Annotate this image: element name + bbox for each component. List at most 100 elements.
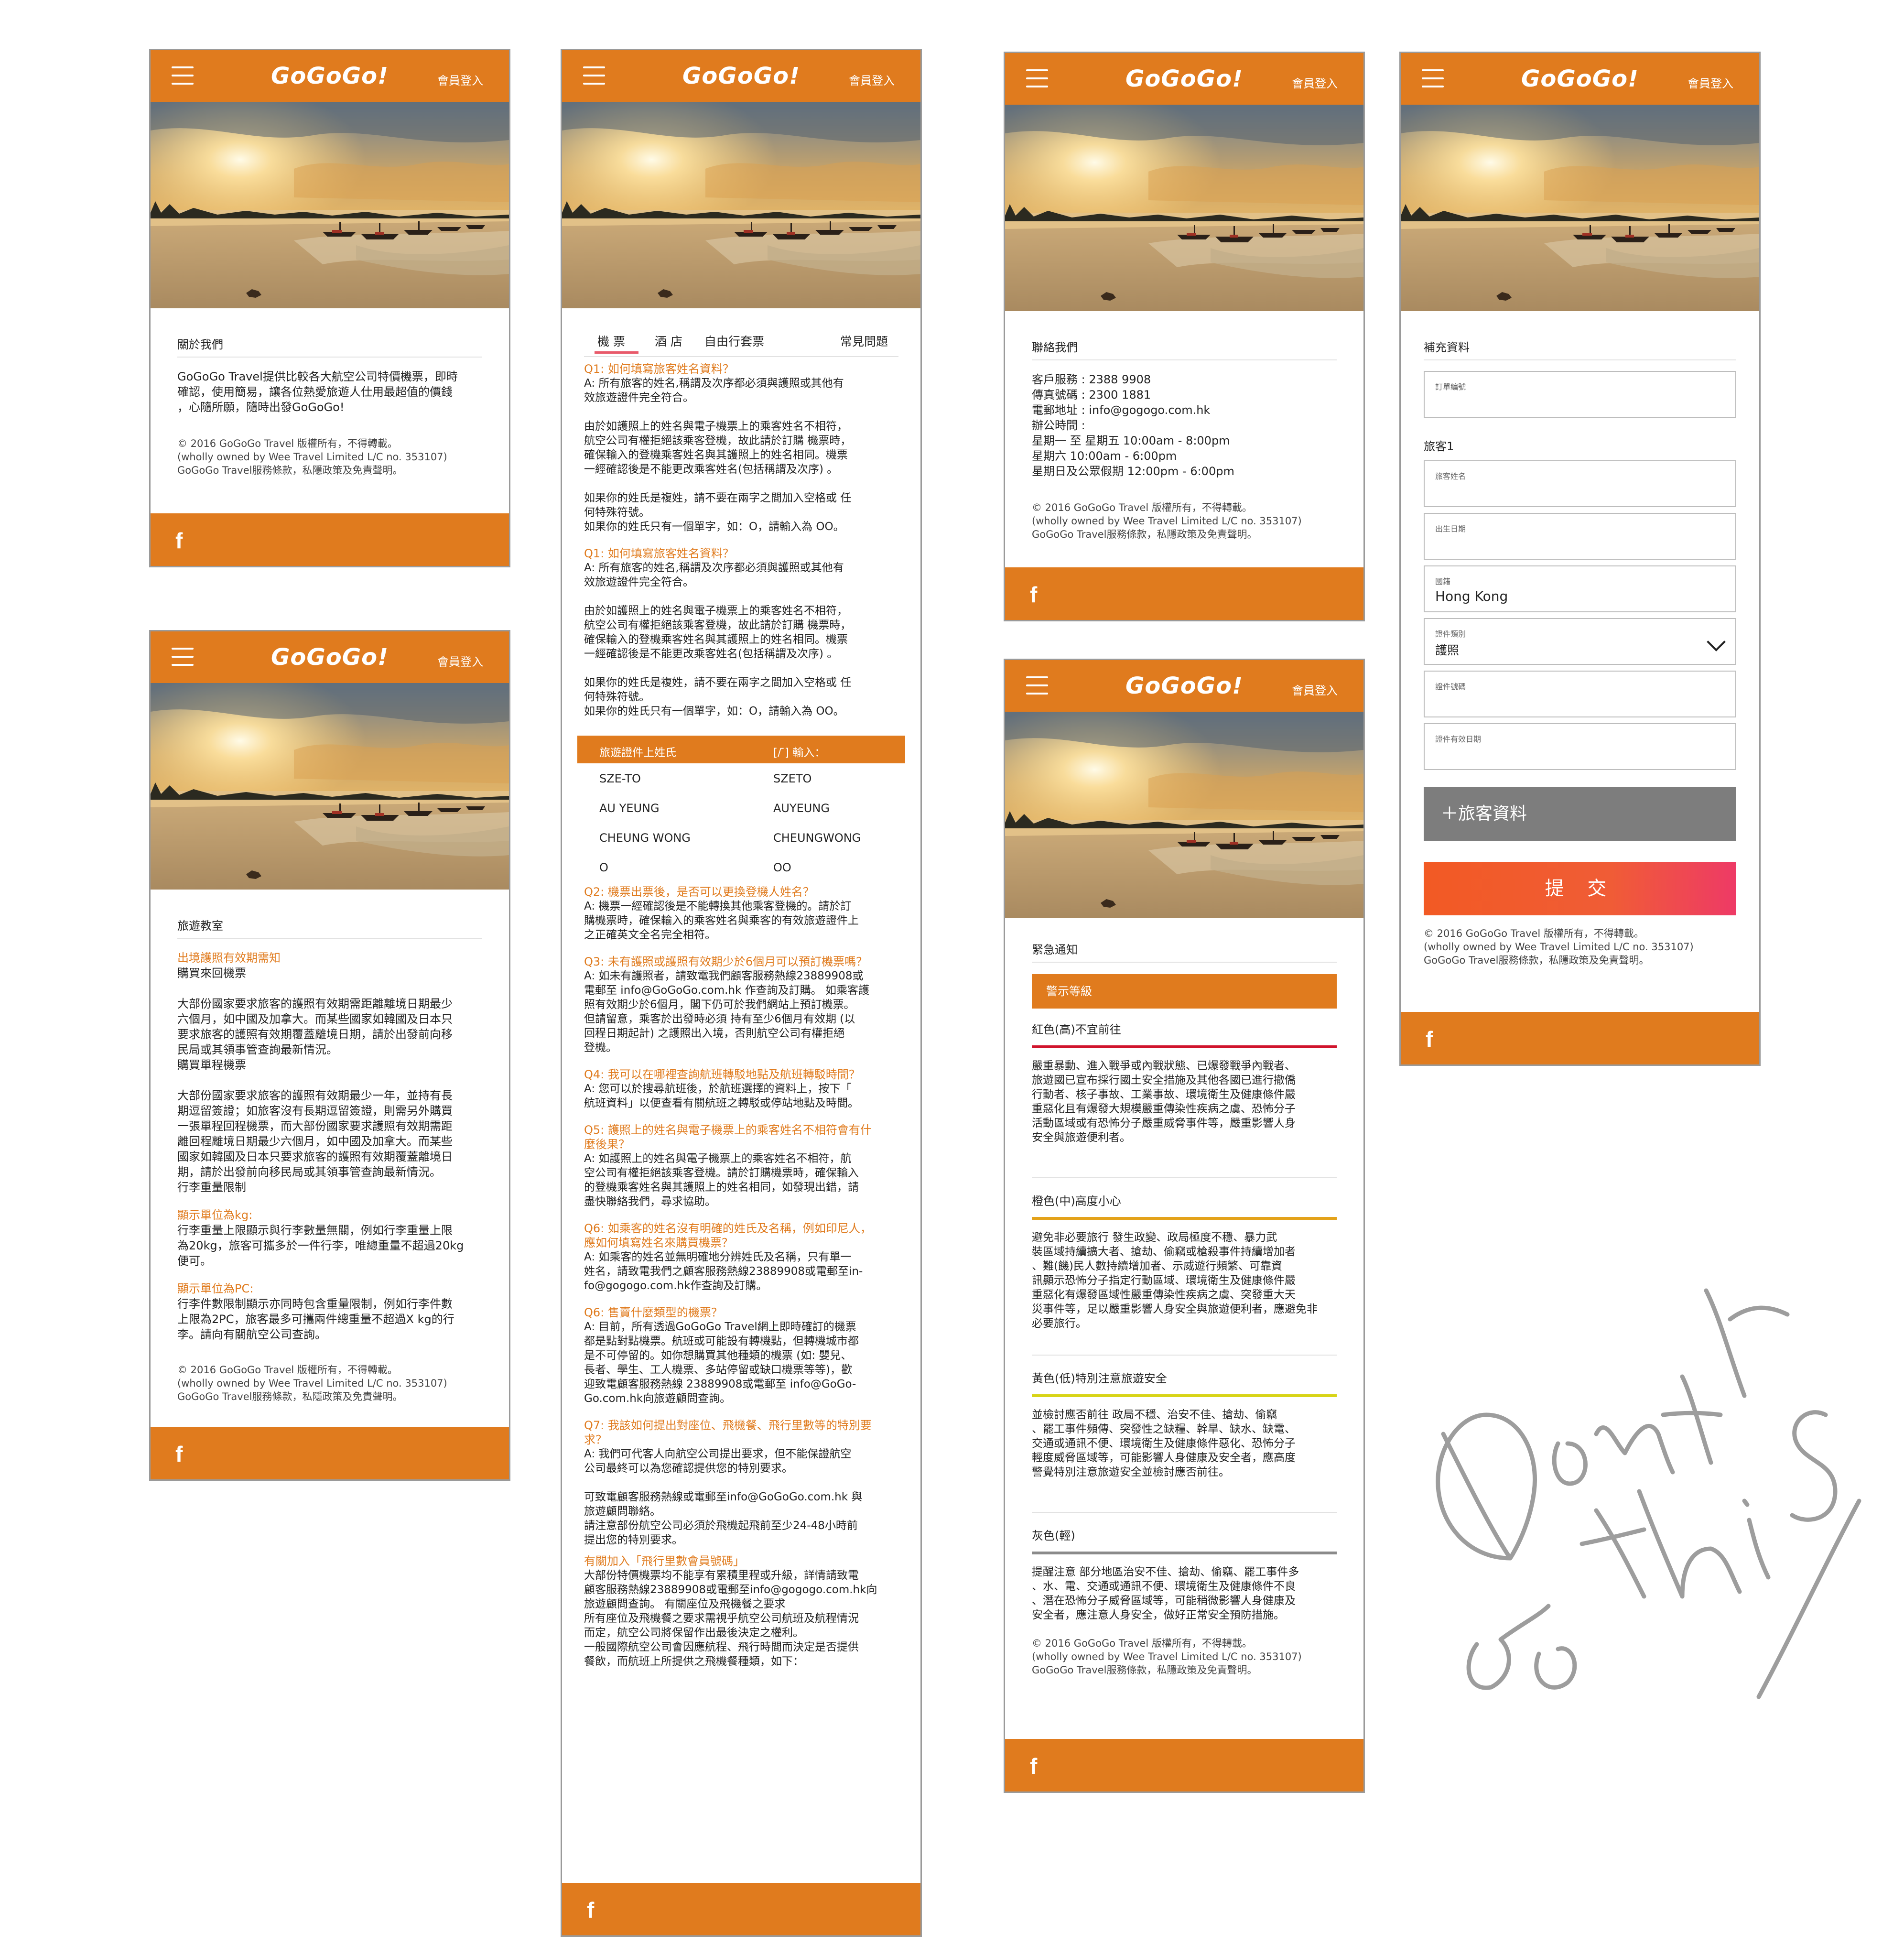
document-expiry-field[interactable]: 證件有效日期 xyxy=(1424,723,1736,770)
faq-answer: A: 您可以於搜尋航班後，於航班選擇的資料上，按下「 航班資料」以便查看有關航班… xyxy=(584,1083,859,1109)
hero-image xyxy=(562,102,920,308)
copyright-line: (wholly owned by Wee Travel Limited L/C … xyxy=(1424,941,1694,953)
alert-level-title: 黃色(低)特別注意旅遊安全 xyxy=(1032,1372,1167,1385)
facebook-icon[interactable]: f xyxy=(175,1441,183,1467)
faq-question: Q7: 我該如何提出對座位、飛機餐、飛行里數等的特別要 求？ xyxy=(584,1419,872,1446)
facebook-icon[interactable]: f xyxy=(1030,1753,1037,1779)
faq-answer: A: 所有旅客的姓名,稱謂及次序都必須與護照或其他有 效旅遊證件完全符合。 由於… xyxy=(584,377,852,533)
copyright: © 2016 GoGoGo Travel 版權所有，不得轉載。 (wholly … xyxy=(177,1363,482,1403)
tab-packages[interactable]: 自由行套票 xyxy=(704,332,764,349)
alert-level-title: 橙色(中)高度小心 xyxy=(1032,1194,1121,1208)
header: GoGoGo! 會員登入 xyxy=(151,631,509,683)
copyright-line: © 2016 GoGoGo Travel 版權所有，不得轉載。 xyxy=(1032,502,1252,513)
login-link[interactable]: 會員登入 xyxy=(1292,74,1338,91)
order-number-field[interactable]: 訂單編號 xyxy=(1424,371,1736,418)
copyright: © 2016 GoGoGo Travel 版權所有，不得轉載。 (wholly … xyxy=(1424,927,1736,967)
faq-question: Q1: 如何填寫旅客姓名資料？ xyxy=(584,547,734,560)
submit-button[interactable]: 提 交 xyxy=(1424,862,1736,915)
section-title: 旅遊教室 xyxy=(177,916,482,939)
header: GoGoGo! 會員登入 xyxy=(1401,53,1759,105)
facebook-icon[interactable]: f xyxy=(1426,1026,1433,1052)
table-cell: O xyxy=(599,861,608,874)
faq-answer: A: 所有旅客的姓名,稱謂及次序都必須與護照或其他有 效旅遊證件完全符合。 由於… xyxy=(584,562,852,717)
terms-link[interactable]: GoGoGo Travel服務條款，私隱政策及免責聲明。 xyxy=(1032,1664,1257,1676)
footer: f xyxy=(1005,567,1363,620)
alert-level-bar-yellow xyxy=(1032,1394,1337,1397)
copyright-line: (wholly owned by Wee Travel Limited L/C … xyxy=(177,1378,447,1389)
terms-link[interactable]: GoGoGo Travel服務條款，私隱政策及免責聲明。 xyxy=(177,1391,402,1402)
tab-faq[interactable]: 常見問題 xyxy=(840,332,888,349)
contact-details: 客戶服務 : 2388 9908 傳真號碼 : 2300 1881 電郵地址 :… xyxy=(1032,373,1234,478)
faq-question: Q6: 售賣什麼類型的機票？ xyxy=(584,1306,723,1319)
login-link[interactable]: 會員登入 xyxy=(849,71,895,88)
traveler-name-field[interactable]: 旅客姓名 xyxy=(1424,460,1736,507)
header: GoGoGo! 會員登入 xyxy=(562,50,920,102)
header: GoGoGo! 會員登入 xyxy=(151,50,509,102)
copyright-line: © 2016 GoGoGo Travel 版權所有，不得轉載。 xyxy=(177,438,398,449)
copyright-line: (wholly owned by Wee Travel Limited L/C … xyxy=(177,451,447,463)
facebook-icon[interactable]: f xyxy=(175,528,183,554)
screen-faq: GoGoGo! 會員登入 機 票 酒 店 自由行套票 常見問題 Q1: 如何填寫… xyxy=(561,49,922,1937)
faq-question: Q6: 如乘客的姓名沒有明確的姓氏及名稱，例如印尼人， 應如何填寫姓名來購買機票… xyxy=(584,1222,872,1249)
hero-image xyxy=(1005,712,1363,918)
copyright-line: (wholly owned by Wee Travel Limited L/C … xyxy=(1032,1651,1302,1662)
table-cell: CHEUNGWONG xyxy=(773,831,861,845)
field-label: 國籍 xyxy=(1435,577,1451,586)
screen-alerts: GoGoGo! 會員登入 緊急通知 警示等級 紅色(高)不宜前往 嚴重暴動、進入… xyxy=(1004,659,1365,1793)
subheading: 出境護照有效期需知 xyxy=(177,951,281,965)
tab-hotels[interactable]: 酒 店 xyxy=(655,332,682,349)
handwritten-note xyxy=(1436,1288,1861,1699)
document-number-field[interactable]: 證件號碼 xyxy=(1424,671,1736,717)
faq-question: Q1: 如何填寫旅客姓名資料？ xyxy=(584,362,734,376)
alert-level-text: 避免非必要旅行 發生政變、政局極度不穩、暴力武 裝區域持續擴大者、搶劫、偷竊或槍… xyxy=(1032,1231,1318,1330)
section-title: 補充資料 xyxy=(1424,338,1736,360)
facebook-icon[interactable]: f xyxy=(1030,582,1037,608)
beach-sunset-image xyxy=(151,102,509,308)
faq-answer: A: 如乘客的姓名並無明確地分辨姓氏及名稱，只有單一 姓名，請致電我們之顧客服務… xyxy=(584,1251,863,1292)
footer: f xyxy=(151,1427,509,1479)
table-header-cell: [/ ̄] 輸入： xyxy=(773,747,826,759)
table-cell: AUYEUNG xyxy=(773,802,830,815)
copyright: © 2016 GoGoGo Travel 版權所有，不得轉載。 (wholly … xyxy=(177,437,482,477)
terms-link[interactable]: GoGoGo Travel服務條款，私隱政策及免責聲明。 xyxy=(1032,529,1257,540)
alert-level-bar-orange xyxy=(1032,1217,1337,1220)
screen-classroom: GoGoGo! 會員登入 旅遊教室 出境護照有效期需知 購買來回機票 大部份國家… xyxy=(149,630,510,1481)
field-label: 證件號碼 xyxy=(1435,682,1466,691)
field-label: 證件有效日期 xyxy=(1435,735,1482,744)
divider xyxy=(1032,1512,1337,1513)
header: GoGoGo! 會員登入 xyxy=(1005,660,1363,712)
facebook-icon[interactable]: f xyxy=(587,1897,594,1923)
alert-level-text: 嚴重暴動、進入戰爭或內戰狀態、已爆發戰爭內戰者、 旅遊國已宣布採行國土安全措施及… xyxy=(1032,1060,1296,1144)
add-traveler-button[interactable]: ＋旅客資料 xyxy=(1424,787,1736,841)
alert-level-text: 並檢討應否前往 政局不穩、治安不佳、搶劫、偷竊 、罷工事件頻傳、突發性之缺糧、幹… xyxy=(1032,1409,1296,1478)
terms-link[interactable]: GoGoGo Travel服務條款，私隱政策及免責聲明。 xyxy=(177,465,402,476)
tab-flights[interactable]: 機 票 xyxy=(597,332,625,349)
login-link[interactable]: 會員登入 xyxy=(437,71,483,88)
surname-table: 旅遊證件上姓氏 [/ ̄] 輸入： SZE-TO SZETO AU YEUNG AU… xyxy=(577,736,905,882)
faq-question: Q4: 我可以在哪裡查詢航班轉駁地點及航班轉駁時間？ xyxy=(584,1068,860,1081)
about-text: GoGoGo Travel提供比較各大航空公司特價機票，即時 確認，使用簡易，讓… xyxy=(177,370,458,414)
faq-answer: 大部份特價機票均不能享有累積里程或升級，詳情請致電 顧客服務熱線23889908… xyxy=(584,1569,877,1668)
login-link[interactable]: 會員登入 xyxy=(1688,74,1733,91)
document-type-select[interactable]: 證件類別 護照 xyxy=(1424,618,1736,665)
login-link[interactable]: 會員登入 xyxy=(437,652,483,669)
alert-level-text: 提醒注意 部分地區治安不佳、搶劫、偷竊、罷工事件多 、水、電、交通或通訊不便、環… xyxy=(1032,1566,1299,1621)
divider xyxy=(1032,1355,1337,1356)
active-tab-indicator xyxy=(595,351,638,354)
faq-answer: A: 機票一經確認後是不能轉換其他乘客登機的。請於訂 購機票時，確保輸入的乘客姓… xyxy=(584,900,859,941)
nationality-field[interactable]: 國籍 Hong Kong xyxy=(1424,565,1736,612)
faq-answer: A: 如護照上的姓名與電子機票上的乘客姓名不相符，航 空公司有權拒絕該乘客登機。… xyxy=(584,1152,859,1208)
field-label: 出生日期 xyxy=(1435,524,1466,533)
birth-date-field[interactable]: 出生日期 xyxy=(1424,513,1736,560)
beach-sunset-image xyxy=(151,683,509,890)
field-label: 訂單編號 xyxy=(1435,382,1466,391)
table-row: AU YEUNG AUYEUNG xyxy=(577,793,905,823)
table-header-cell: 旅遊證件上姓氏 xyxy=(599,747,676,759)
footer: f xyxy=(1005,1739,1363,1791)
faq-question: 有關加入「飛行里數會員號碼」 xyxy=(584,1554,745,1568)
login-link[interactable]: 會員登入 xyxy=(1292,681,1338,698)
chevron-down-icon[interactable] xyxy=(1707,632,1726,651)
terms-link[interactable]: GoGoGo Travel服務條款，私隱政策及免責聲明。 xyxy=(1424,955,1649,966)
paragraph: 購買來回機票 大部份國家要求旅客的護照有效期需距離離境日期最少 六個月，如中國及… xyxy=(177,966,453,1194)
faq-answer: A: 如未有護照者，請致電我們顧客服務熱線23889908或 電郵至 info@… xyxy=(584,970,869,1054)
